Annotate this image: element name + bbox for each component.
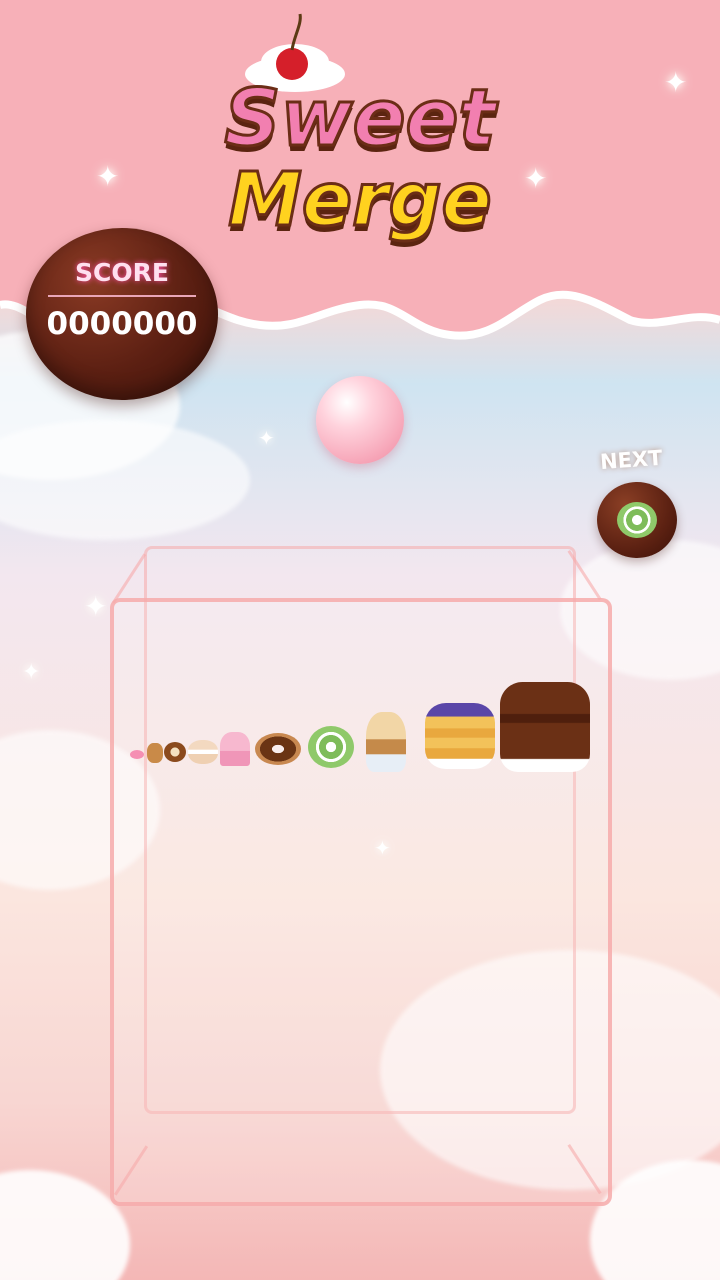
cupcake-icon [220, 732, 250, 766]
food-evolution-chain [0, 0, 720, 1280]
pancakes-icon [425, 703, 495, 769]
candy-icon [130, 750, 144, 759]
macaron-icon [188, 740, 218, 764]
donut-icon [255, 733, 301, 765]
chocolate-cake-icon [500, 682, 590, 772]
swiss-roll-icon [308, 726, 354, 768]
gingerbread-icon [147, 743, 163, 763]
game-stage: ✦ ✦ ✦ ✦ ✦ ✦ ✦ Sweet Merge SCORE 0000000 … [0, 0, 720, 1280]
pretzel-icon [164, 742, 186, 762]
sundae-icon [366, 712, 406, 772]
